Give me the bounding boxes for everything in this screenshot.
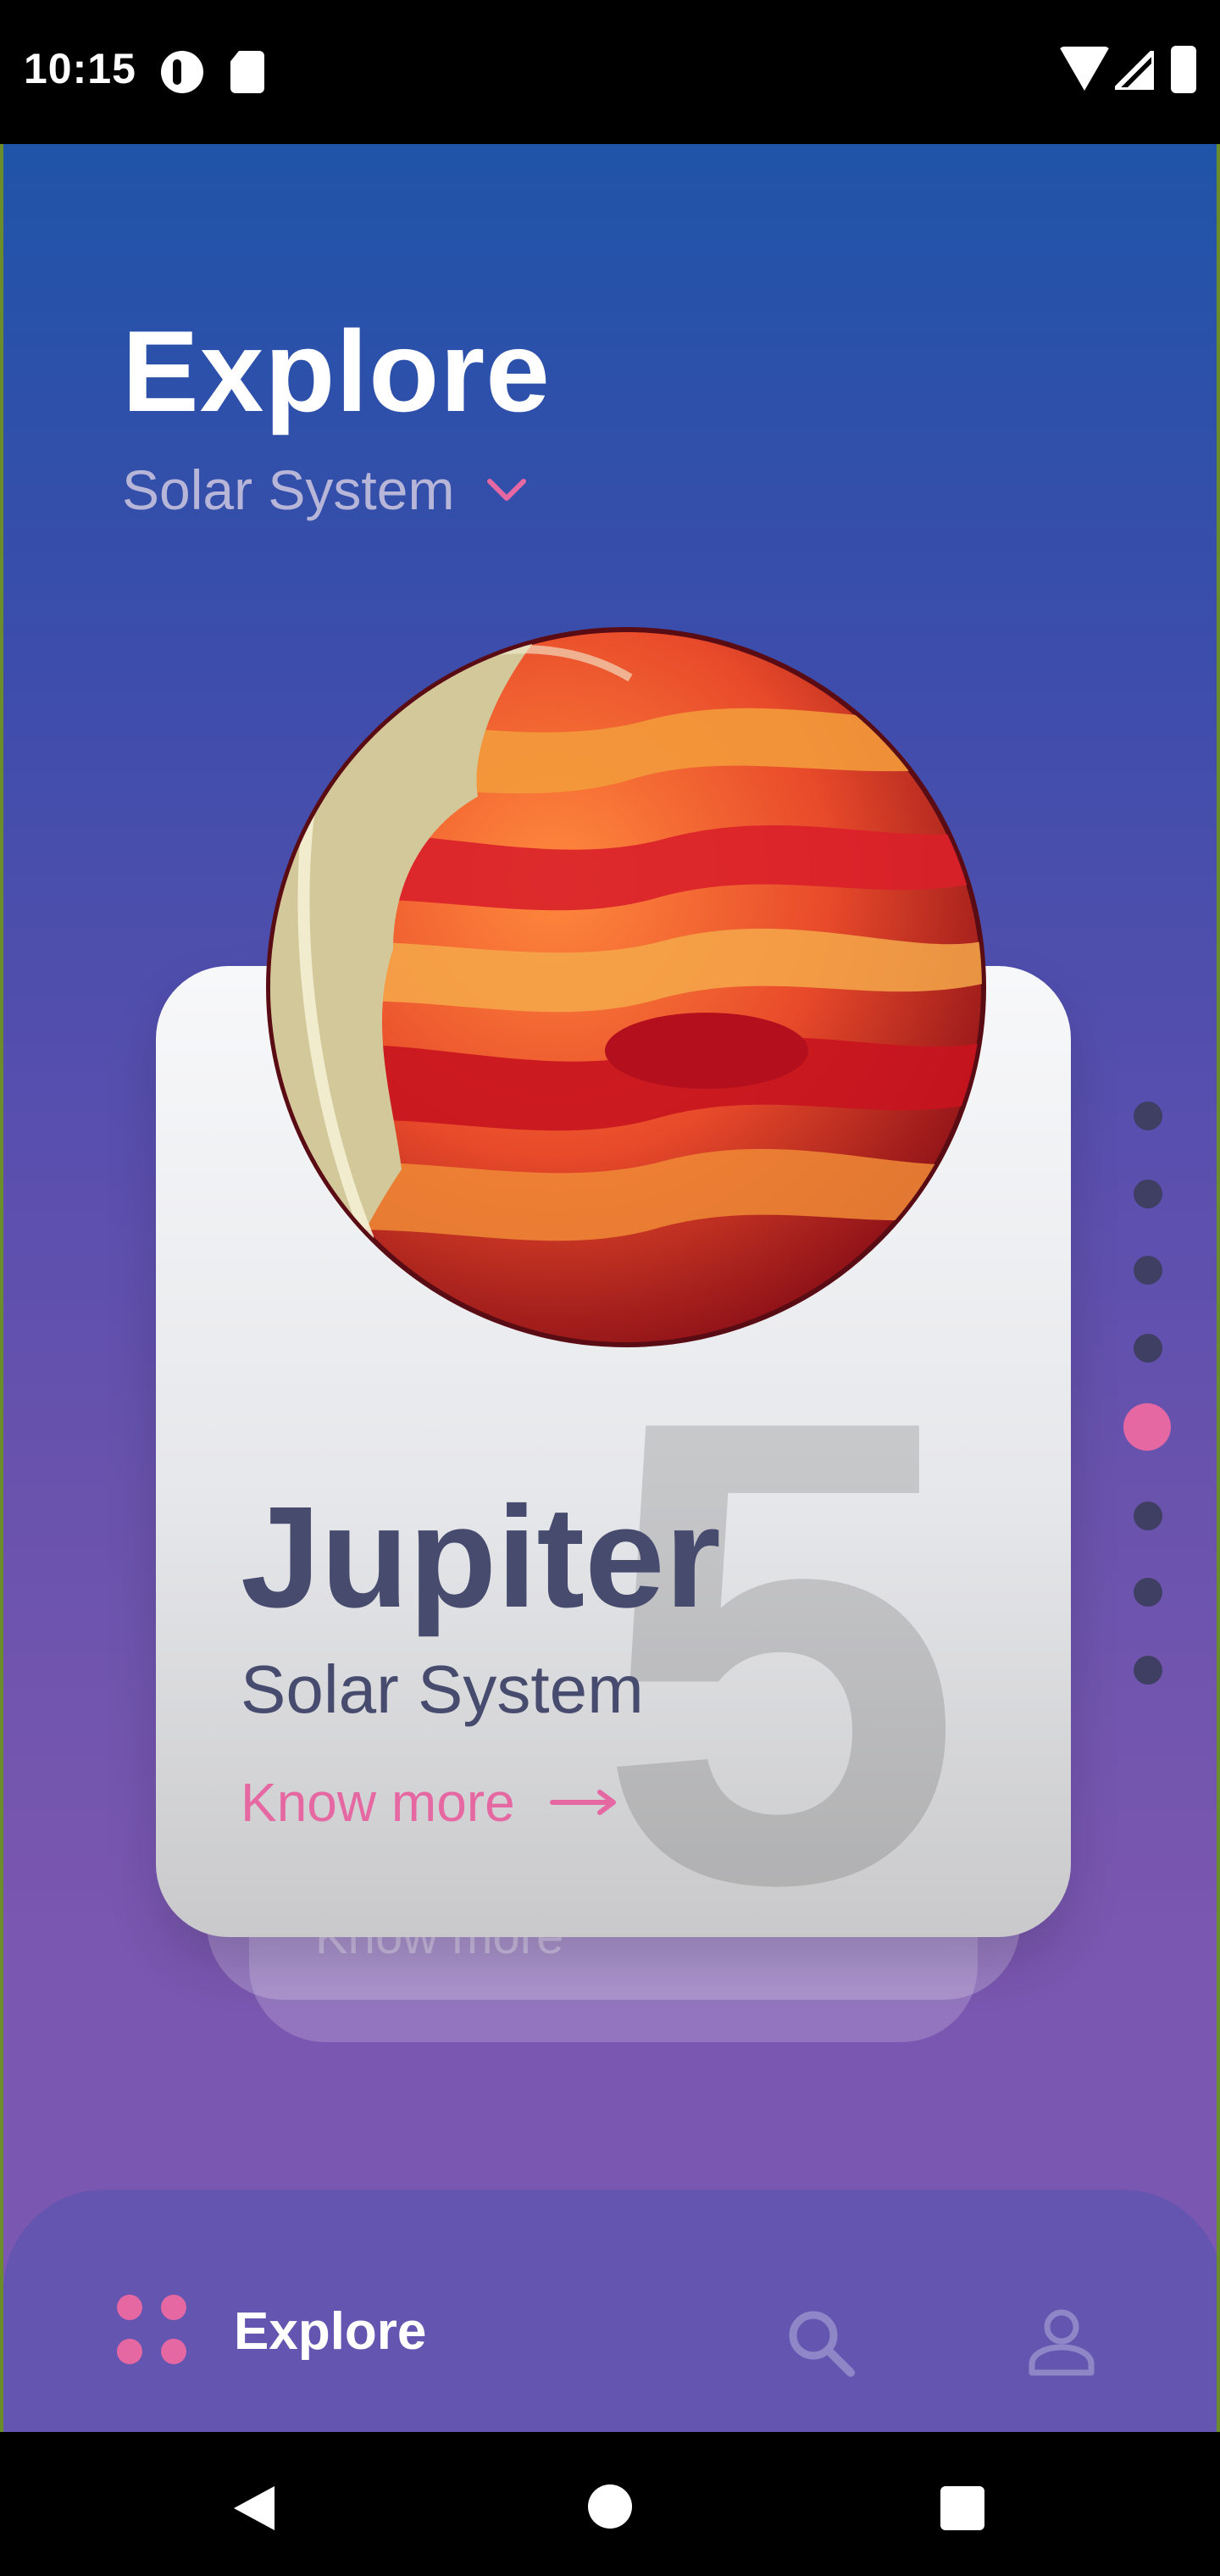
wifi-icon — [1059, 47, 1110, 91]
pager-dot-active[interactable] — [1123, 1403, 1171, 1451]
pager-dot[interactable] — [1134, 1102, 1162, 1130]
status-time: 10:15 — [24, 45, 136, 92]
planet-system-label: Solar System — [241, 1652, 644, 1727]
page-title: Explore — [122, 307, 551, 436]
pager-dot[interactable] — [1134, 1256, 1162, 1285]
chevron-down-icon[interactable] — [485, 468, 529, 512]
nav-item-explore[interactable]: Explore — [117, 2295, 426, 2368]
planet-name: Jupiter — [241, 1477, 721, 1638]
category-selector[interactable]: Solar System — [122, 458, 529, 522]
know-more-link[interactable]: Know more — [241, 1771, 620, 1834]
arrow-right-icon — [549, 1790, 616, 1815]
home-icon[interactable] — [588, 2484, 632, 2529]
pager-dot[interactable] — [1134, 1334, 1162, 1363]
pager-dot[interactable] — [1134, 1180, 1162, 1208]
category-label: Solar System — [122, 458, 455, 521]
back-icon[interactable] — [229, 2483, 280, 2534]
cell-signal-icon — [1115, 51, 1154, 90]
grid-icon — [117, 2295, 190, 2368]
nav-item-explore-label: Explore — [234, 2301, 427, 2361]
status-bar: 10:15 — [0, 0, 1220, 144]
user-icon[interactable] — [1025, 2305, 1098, 2378]
pager-dot[interactable] — [1134, 1578, 1162, 1607]
bottom-navigation: Explore — [3, 2190, 1217, 2432]
sd-card-icon — [230, 51, 264, 93]
pager-dot[interactable] — [1134, 1502, 1162, 1530]
battery-icon — [1171, 46, 1196, 93]
app-screen: Explore Solar System Know more 5 Jupiter… — [0, 144, 1220, 2432]
notification-icon — [161, 51, 203, 93]
recents-icon[interactable] — [940, 2486, 984, 2530]
know-more-label: Know more — [241, 1772, 515, 1833]
pager-dot[interactable] — [1134, 1656, 1162, 1685]
system-navigation-bar — [0, 2432, 1220, 2576]
search-icon[interactable] — [785, 2307, 857, 2379]
jupiter-planet-image[interactable] — [266, 627, 986, 1347]
